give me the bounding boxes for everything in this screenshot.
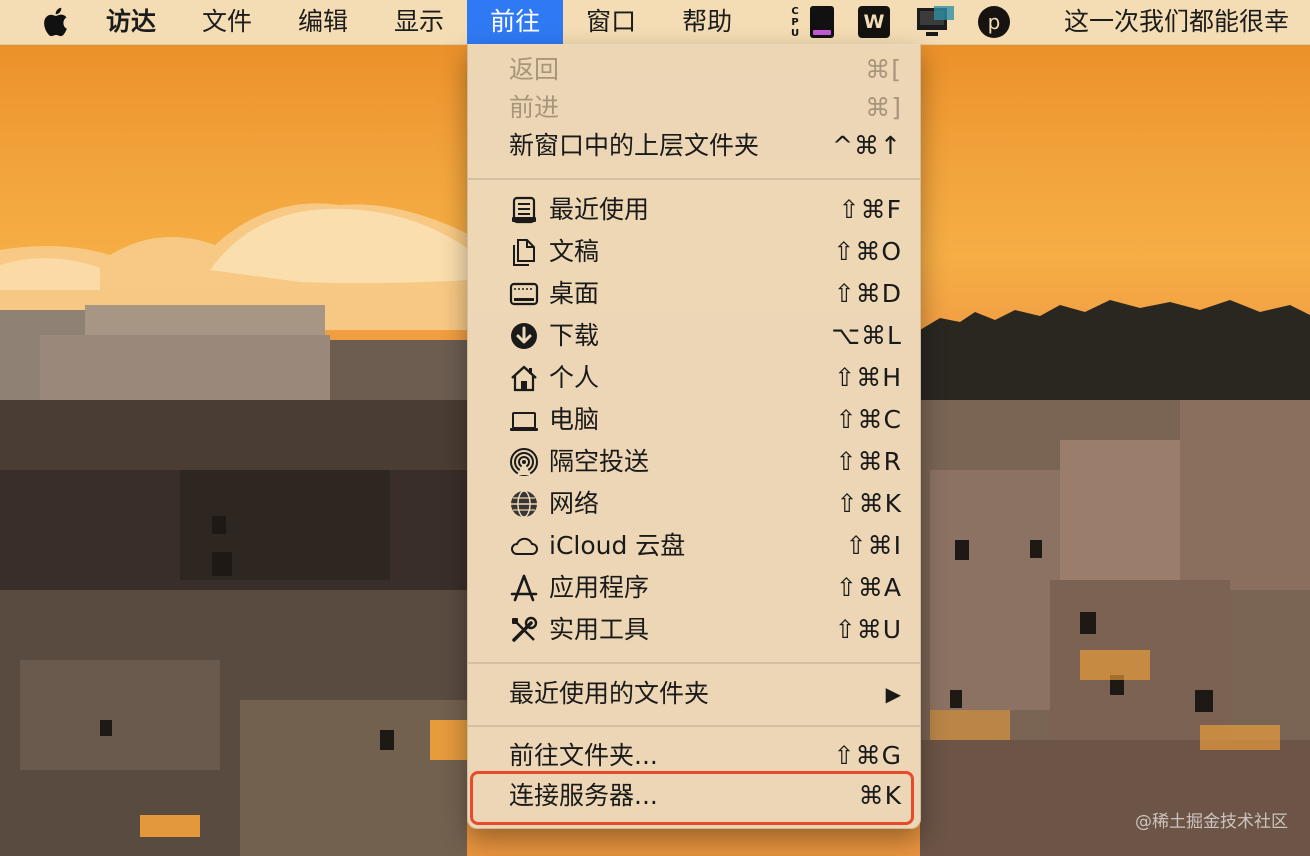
menu-item-computer[interactable]: 电脑 ⇧⌘C	[468, 399, 920, 441]
menu-item-shortcut: ⇧⌘I	[845, 531, 902, 560]
menu-item-utilities[interactable]: 实用工具 ⇧⌘U	[468, 609, 920, 651]
menubar-app-name[interactable]: 访达	[76, 0, 179, 44]
menubar-item-file[interactable]: 文件	[179, 0, 275, 44]
menu-item-label: iCloud 云盘	[549, 531, 686, 560]
menu-item-airdrop[interactable]: 隔空投送 ⇧⌘R	[468, 441, 920, 483]
menubar-item-window[interactable]: 窗口	[563, 0, 659, 44]
display-icon[interactable]	[916, 0, 956, 44]
watermark: @稀土掘金技术社区	[1135, 812, 1288, 832]
menu-item-documents[interactable]: 文稿 ⇧⌘O	[468, 231, 920, 273]
menu-item-label: 桌面	[549, 279, 600, 308]
home-icon	[511, 365, 537, 392]
menu-item-shortcut: ⌘[	[865, 55, 902, 84]
menu-item-shortcut: ⇧⌘H	[834, 363, 902, 392]
wps-label: W	[858, 6, 890, 38]
apple-logo-icon[interactable]	[34, 0, 76, 44]
menu-item-shortcut: ⇧⌘O	[833, 237, 902, 266]
wps-icon[interactable]: W	[858, 0, 890, 44]
utilities-icon	[512, 616, 538, 642]
menu-item-label: 应用程序	[549, 573, 650, 602]
menu-item-downloads[interactable]: 下载 ⌥⌘L	[468, 315, 920, 357]
p-app-icon[interactable]: p	[978, 0, 1010, 44]
recents-icon	[512, 196, 536, 224]
menu-item-shortcut: ⇧⌘R	[835, 447, 902, 476]
airdrop-icon	[510, 448, 538, 476]
menu-item-back: 返回 ⌘[	[468, 49, 920, 91]
menu-item-shortcut: ⇧⌘U	[834, 615, 902, 644]
cpu-label: CPU	[790, 5, 800, 39]
menu-item-shortcut: ⇧⌘F	[838, 195, 902, 224]
documents-icon	[513, 239, 535, 266]
menu-item-label: 网络	[549, 489, 600, 518]
menubar-item-edit[interactable]: 编辑	[275, 0, 371, 44]
menu-item-label: 返回	[509, 55, 560, 84]
menu-item-label: 下载	[549, 321, 600, 350]
menubar-item-go[interactable]: 前往	[467, 0, 564, 44]
downloads-icon	[511, 323, 537, 349]
menu-item-enclosing-folder[interactable]: 新窗口中的上层文件夹 ^⌘↑	[468, 125, 920, 167]
menu-item-forward: 前进 ⌘]	[468, 87, 920, 129]
menu-item-icloud-drive[interactable]: iCloud 云盘 ⇧⌘I	[468, 525, 920, 567]
icloud-icon	[511, 537, 538, 555]
submenu-arrow-icon: ▶	[885, 682, 902, 706]
menu-item-shortcut: ⇧⌘C	[835, 405, 902, 434]
menu-item-shortcut: ⇧⌘A	[835, 573, 902, 602]
menu-item-shortcut: ^⌘↑	[832, 131, 902, 160]
menu-item-shortcut: ⇧⌘K	[836, 489, 902, 518]
menu-item-label: 文稿	[549, 237, 600, 266]
menubar-item-view[interactable]: 显示	[371, 0, 467, 44]
network-icon	[511, 490, 537, 518]
highlight-box	[470, 771, 914, 825]
menu-item-recents[interactable]: 最近使用 ⇧⌘F	[468, 189, 920, 231]
menu-item-label: 个人	[549, 363, 600, 392]
cpu-monitor[interactable]: CPU	[790, 0, 834, 44]
menu-item-label: 电脑	[549, 405, 600, 434]
now-playing-lyrics[interactable]: 这一次我们都能很幸	[1064, 0, 1289, 44]
menu-item-shortcut: ⌥⌘L	[831, 321, 902, 350]
menu-item-network[interactable]: 网络 ⇧⌘K	[468, 483, 920, 525]
menu-item-home[interactable]: 个人 ⇧⌘H	[468, 357, 920, 399]
menu-item-shortcut: ⌘]	[865, 93, 902, 122]
cpu-meter-icon	[810, 6, 834, 38]
menu-item-recent-folders[interactable]: 最近使用的文件夹 ▶	[468, 673, 920, 715]
menubar-item-help[interactable]: 帮助	[659, 0, 755, 44]
menu-item-desktop[interactable]: 桌面 ⇧⌘D	[468, 273, 920, 315]
computer-icon	[510, 412, 538, 431]
menu-item-label: 新窗口中的上层文件夹	[509, 131, 760, 160]
menu-separator	[468, 662, 920, 664]
go-menu-dropdown: 返回 ⌘[ 前进 ⌘] 新窗口中的上层文件夹 ^⌘↑ 最近使用 ⇧⌘F 文稿 ⇧…	[467, 44, 921, 829]
menu-item-label: 实用工具	[549, 615, 650, 644]
menu-item-applications[interactable]: 应用程序 ⇧⌘A	[468, 567, 920, 609]
menu-item-label: 最近使用	[549, 195, 650, 224]
menu-separator	[468, 178, 920, 180]
menu-item-label: 前进	[509, 93, 560, 122]
applications-icon	[510, 574, 538, 602]
desktop-icon	[509, 282, 539, 306]
p-app-label: p	[978, 6, 1010, 38]
menu-item-shortcut: ⇧⌘D	[833, 279, 902, 308]
menu-item-label: 最近使用的文件夹	[509, 679, 710, 708]
menu-item-label: 隔空投送	[549, 447, 650, 476]
menu-separator	[468, 725, 920, 727]
